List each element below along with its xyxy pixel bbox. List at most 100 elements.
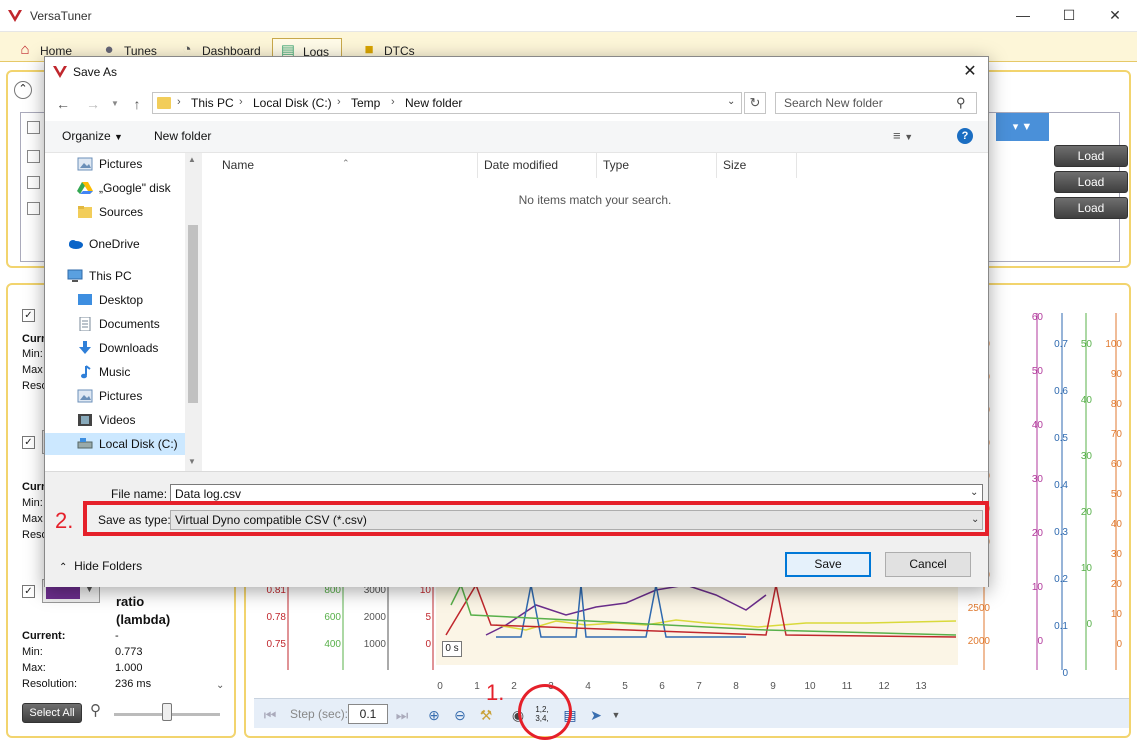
x-tick-label: 0 — [437, 681, 443, 692]
right-axis-tick-label: 60 — [1111, 459, 1123, 470]
recent-locations-icon[interactable]: ▼ — [105, 94, 125, 114]
collapse-icon[interactable]: ⌃ — [14, 81, 32, 99]
column-type[interactable]: Type — [597, 153, 717, 178]
scroll-down-icon[interactable]: ▼ — [188, 457, 196, 466]
nav-item-pictures-quick[interactable]: Pictures ❖ — [77, 153, 185, 175]
scroll-up-icon[interactable]: ▲ — [188, 155, 196, 164]
help-icon[interactable]: ? — [957, 128, 973, 144]
new-folder-button[interactable]: New folder — [154, 129, 211, 143]
breadcrumb-separator: › — [239, 96, 243, 108]
zoom-slider-thumb[interactable] — [162, 703, 172, 721]
scrollbar-thumb[interactable] — [188, 225, 198, 403]
address-bar-row: ← → ▼ ↑ › This PC › Local Disk (C:) › Te… — [45, 87, 988, 121]
right-axis-tick-label: 0 — [1086, 619, 1092, 630]
channel-resolution-value: 236 ms — [115, 678, 152, 690]
channel-checkbox[interactable]: ✓ — [22, 436, 35, 449]
nav-item-documents[interactable]: Documents — [77, 313, 185, 335]
search-box: ⚲ — [775, 92, 977, 114]
arrow-right-icon[interactable]: ➤ — [586, 705, 606, 725]
pictures-icon — [77, 389, 93, 403]
annotation-highlight-box — [83, 501, 989, 536]
navigation-scrollbar[interactable]: ▲ ▼ — [185, 153, 201, 471]
breadcrumb-this-pc[interactable]: This PC — [191, 96, 234, 110]
row-checkbox[interactable] — [27, 176, 40, 189]
channel-checkbox[interactable]: ✓ — [22, 585, 35, 598]
address-bar[interactable]: › This PC › Local Disk (C:) › Temp › New… — [152, 92, 742, 114]
dialog-title: Save As — [73, 65, 118, 79]
channel-resolution-label: Resolution: — [22, 678, 78, 690]
x-tick-label: 12 — [878, 681, 890, 692]
column-date-modified[interactable]: Date modified — [478, 153, 597, 178]
filter-icon[interactable]: ▾ ▼ — [996, 113, 1049, 141]
annotation-step-2: 2. — [55, 508, 74, 533]
nav-item-music[interactable]: Music — [77, 361, 185, 383]
channel-checkbox[interactable]: ✓ — [22, 309, 35, 322]
clear-icon[interactable]: ⚒ — [476, 705, 496, 725]
cancel-button[interactable]: Cancel — [885, 552, 971, 577]
right-axis-tick-label: 50 — [1081, 339, 1093, 350]
view-options-icon[interactable]: ≡ ▼ — [893, 128, 913, 143]
hide-folders-button[interactable]: ⌃ Hide Folders — [59, 559, 142, 573]
x-tick-label: 11 — [842, 681, 853, 692]
zoom-out-icon[interactable]: ⊖ — [450, 705, 470, 725]
up-folder-icon[interactable]: ↑ — [127, 94, 147, 114]
back-icon[interactable]: ← — [53, 94, 73, 114]
annotation-step-1: 1. — [486, 680, 505, 705]
channel-current-row: Current: - — [22, 630, 119, 642]
row-checkbox[interactable] — [27, 202, 40, 215]
left-axis-tick-label: 0.75 — [267, 639, 287, 650]
chevron-down-icon[interactable]: ⌄ — [970, 487, 978, 498]
refresh-icon[interactable]: ↻ — [744, 92, 766, 114]
load-button[interactable]: Load — [1054, 197, 1128, 219]
nav-item-downloads[interactable]: Downloads — [77, 337, 185, 359]
right-axis-tick-label: 20 — [1032, 528, 1044, 539]
maximize-button[interactable]: ☐ — [1046, 0, 1092, 30]
organize-button[interactable]: Organize ▼ — [62, 129, 123, 143]
sort-ascending-icon: ⌃ — [342, 158, 350, 168]
nav-item-pictures[interactable]: Pictures — [77, 385, 185, 407]
nav-item-local-disk[interactable]: Local Disk (C:) — [77, 433, 185, 455]
channel-current-value: - — [115, 630, 119, 642]
nav-item-this-pc[interactable]: This PC — [67, 265, 185, 287]
nav-item-sources[interactable]: Sources ❖ — [77, 201, 185, 223]
forward-icon[interactable]: → — [83, 94, 103, 114]
right-axis-tick-label: 50 — [1032, 366, 1044, 377]
load-button[interactable]: Load — [1054, 145, 1128, 167]
app-title: VersaTuner — [30, 9, 92, 23]
save-button[interactable]: Save — [785, 552, 871, 577]
nav-item-onedrive[interactable]: OneDrive — [67, 233, 185, 255]
right-axis-tick-label: 30 — [1081, 451, 1093, 462]
nav-item-google-disk[interactable]: „Google" disk ❖ — [77, 177, 185, 199]
column-size[interactable]: Size — [717, 153, 797, 178]
chevron-down-icon[interactable]: ⌄ — [727, 96, 735, 107]
breadcrumb-temp[interactable]: Temp — [351, 96, 380, 110]
close-icon[interactable]: ✕ — [959, 62, 981, 82]
nav-item-videos[interactable]: Videos — [77, 409, 185, 431]
breadcrumb-local-disk[interactable]: Local Disk (C:) — [253, 96, 332, 110]
breadcrumb-new-folder[interactable]: New folder — [405, 96, 462, 110]
header-checkbox[interactable] — [27, 121, 40, 134]
left-axis-tick-label: 600 — [324, 612, 341, 623]
nav-item-desktop[interactable]: Desktop — [77, 289, 185, 311]
search-icon: ⚲ — [956, 95, 966, 110]
row-checkbox[interactable] — [27, 150, 40, 163]
select-all-button[interactable]: Select All — [22, 703, 82, 723]
column-name[interactable]: Name ⌃ — [202, 153, 478, 178]
rewind-icon[interactable]: ⏮ — [260, 705, 280, 725]
right-axis-tick-label: 10 — [1032, 582, 1044, 593]
close-window-button[interactable]: ✕ — [1092, 0, 1137, 30]
search-input[interactable] — [776, 93, 956, 113]
right-axis-tick-label: 0 — [1037, 636, 1043, 647]
folder-icon — [157, 97, 171, 109]
minimize-button[interactable]: — — [1000, 0, 1046, 30]
right-axis-tick-label: 10 — [1081, 563, 1093, 574]
zoom-in-icon[interactable]: ⊕ — [424, 705, 444, 725]
load-button[interactable]: Load — [1054, 171, 1128, 193]
step-input[interactable]: 0.1 — [348, 704, 388, 724]
scroll-down-icon[interactable]: ⌄ — [216, 680, 228, 694]
navigation-pane: Pictures ❖ „Google" disk ❖ Sources ❖ One… — [45, 153, 201, 471]
overflow-icon[interactable]: ▼ — [606, 705, 626, 725]
pictures-icon — [77, 157, 93, 171]
breadcrumb-separator: › — [391, 96, 395, 108]
forward-icon[interactable]: ⏭ — [392, 705, 412, 725]
